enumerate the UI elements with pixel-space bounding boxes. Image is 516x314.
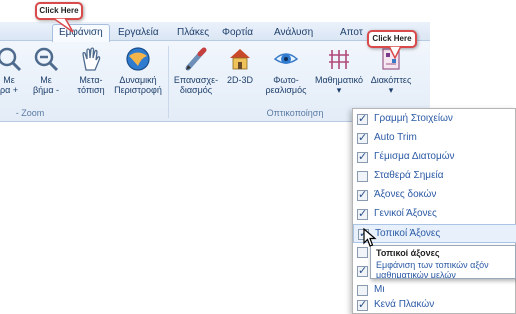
frame-icon (329, 50, 349, 69)
tab-fortia[interactable]: Φορτία (222, 25, 253, 41)
zoom-in-label2: ρα + (0, 85, 19, 95)
checkbox-icon[interactable] (357, 150, 368, 163)
zoom-group-label: - Zoom (15, 108, 45, 118)
callout-pointer-left (53, 18, 74, 33)
checkbox-icon[interactable] (357, 298, 368, 311)
zoom-in-icon (0, 47, 22, 72)
menu-item-gemisma-diatomon[interactable]: Γέμισμα Διατομών (353, 148, 516, 167)
menu-item-label: Κενά Πλακών (374, 299, 435, 310)
menu-item-genikoi-axones[interactable]: Γενικοί Άξονες (353, 205, 516, 224)
toggle-2d-3d-button[interactable]: 2D-3D (222, 46, 258, 85)
zoom-out-label2: βήμα - (32, 85, 60, 95)
photorealism-label1: Φωτο- (273, 75, 299, 85)
switches-dropdown-menu: Γραμμή Στοιχείων Auto Trim Γέμισμα Διατο… (352, 108, 516, 314)
menu-item-label: Γέμισμα Διατομών (374, 151, 455, 162)
menu-item-topikoi-axones[interactable]: Τοπικοί Άξονες (353, 224, 516, 243)
checkbox-icon[interactable] (357, 131, 368, 144)
checkbox-icon[interactable] (357, 188, 368, 201)
menu-item-grammi-stoixeion[interactable]: Γραμμή Στοιχείων (353, 110, 516, 129)
regenerate-label1: Επανασχε- (173, 75, 219, 85)
pencil-icon (185, 47, 207, 71)
ribbon: Εμφάνιση Εργαλεία Πλάκες Φορτία Ανάλυση … (0, 22, 430, 122)
regenerate-label2: διασμός (179, 85, 213, 95)
menu-item-axones-dokon[interactable]: Άξονες δοκών (353, 186, 516, 205)
checkbox-icon[interactable] (357, 264, 368, 277)
photorealism-label2: ρεαλισμός (265, 85, 307, 95)
tab-analysi[interactable]: Ανάλυση (274, 25, 313, 41)
menu-item-label: Γραμμή Στοιχείων (374, 113, 453, 124)
tooltip-title: Τοπικοί άξονες (376, 248, 440, 258)
rotate-label1: Δυναμική (119, 75, 157, 85)
menu-item-label: Σταθερά Σημεία (374, 170, 444, 181)
photorealism-button[interactable]: Φωτο- ρεαλισμός (262, 46, 310, 95)
tooltip: Τοπικοί άξονες Εμφάνιση των τοπικών αξόν… (370, 245, 516, 279)
pan-label2: τόπιση (77, 85, 105, 95)
menu-item-auto-trim[interactable]: Auto Trim (353, 129, 516, 148)
rotate-sphere-icon (126, 47, 150, 71)
zoom-out-label1: Με (40, 75, 52, 85)
dynamic-rotate-button[interactable]: Δυναμική Περιστροφή (110, 46, 166, 95)
checkbox-icon[interactable] (357, 207, 368, 220)
click-here-callout-left-text: Click Here (39, 6, 79, 15)
tab-apotelesmata[interactable]: Αποτ (340, 25, 363, 41)
regenerate-button[interactable]: Επανασχε- διασμός (172, 46, 220, 95)
click-here-callout-right: Click Here (367, 30, 417, 60)
click-here-callout-left: Click Here (35, 2, 83, 33)
click-here-callout-right-text: Click Here (372, 34, 412, 43)
checkbox-icon[interactable] (357, 247, 368, 258)
checkbox-icon[interactable] (357, 285, 368, 296)
mathematical-model-label: Μαθηματικό (314, 75, 364, 85)
tab-plakes[interactable]: Πλάκες (177, 25, 209, 41)
house-icon (230, 49, 250, 70)
tooltip-description: Εμφάνιση των τοπικών αξόν μαθηματικών με… (376, 260, 489, 279)
zoom-out-button[interactable]: Με βήμα - (26, 46, 66, 95)
menu-item-label: Γενικοί Άξονες (374, 208, 437, 219)
menu-item-label: Μι (374, 284, 385, 295)
menu-item-label: Τοπικοί Άξονες (375, 228, 441, 239)
mathematical-model-button[interactable]: Μαθηματικό ▾ (312, 46, 366, 95)
pan-label1: Μετα- (79, 75, 103, 85)
zoom-in-button[interactable]: Με ρα + (0, 46, 24, 95)
menu-item-label: Άξονες δοκών (374, 189, 437, 200)
menu-item-label: Auto Trim (374, 132, 417, 143)
eye-icon (273, 53, 299, 64)
toggle-2d-3d-label: 2D-3D (226, 75, 253, 85)
menu-item-stathera-simeia[interactable]: Σταθερά Σημεία (353, 167, 516, 186)
checkbox-icon[interactable] (357, 171, 368, 182)
chevron-down-icon: ▾ (388, 85, 394, 95)
ribbon-separator (168, 46, 169, 118)
chevron-down-icon: ▾ (336, 85, 342, 95)
pan-button[interactable]: Μετα- τόπιση (72, 46, 110, 95)
checkbox-icon[interactable] (357, 112, 368, 125)
tab-ergaleia[interactable]: Εργαλεία (118, 25, 159, 41)
menu-item-kena-plakon[interactable]: Κενά Πλακών (353, 296, 516, 314)
switches-label: Διακόπτες (370, 75, 412, 85)
zoom-out-icon (34, 47, 59, 72)
mouse-cursor-icon (363, 228, 377, 247)
rotate-label2: Περιστροφή (114, 85, 162, 95)
callout-pointer-right (388, 46, 402, 60)
zoom-in-label1: Με (3, 75, 15, 85)
hand-pan-icon (82, 47, 101, 71)
